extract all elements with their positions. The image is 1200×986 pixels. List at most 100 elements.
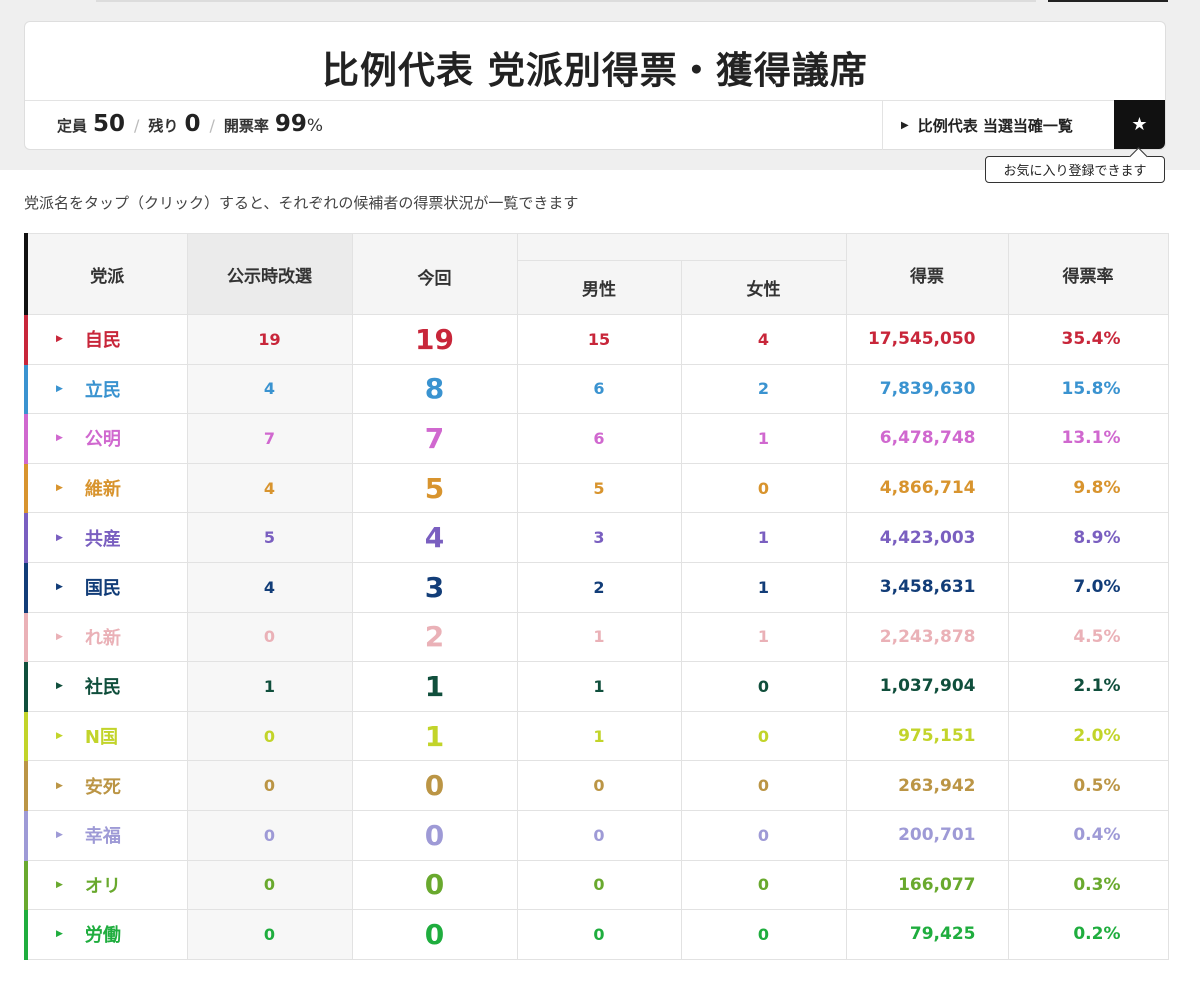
male-seats: 0 [516,809,682,861]
table-row: ▶ 公明 7 7 6 1 6,478,748 13.1% [24,413,1169,464]
male-seats: 1 [516,661,682,712]
female-seats: 2 [680,363,847,415]
current-seats: 3 [351,561,518,613]
current-seats: 0 [351,760,518,811]
previous-seats: 0 [186,809,353,861]
previous-seats: 0 [186,760,353,811]
party-name: 共産 [84,528,121,550]
female-seats: 0 [680,710,847,762]
top-divider [96,0,1036,2]
header-previous: 公示時改選 [186,233,353,315]
party-cell[interactable]: ▶ 共産 [24,512,188,563]
triangle-right-icon: ▶ [56,383,63,394]
female-seats: 0 [680,859,847,911]
vote-rate: 0.3% [1007,859,1169,911]
winners-list-link[interactable]: ▶ 比例代表 当選当確一覧 [882,101,1115,150]
party-cell[interactable]: ▶ 立民 [24,363,188,415]
favorite-tooltip: お気に入り登録できます [985,156,1165,183]
count-rate-unit: % [306,116,324,136]
count-rate-label: 開票率 [223,117,269,135]
party-name: 幸福 [84,826,121,848]
triangle-right-icon: ▶ [56,830,63,841]
header-gender-group [516,233,847,261]
vote-rate: 2.0% [1007,710,1169,762]
remaining-value: 0 [184,111,201,137]
header-rate: 得票率 [1007,233,1169,315]
party-name: N国 [84,727,118,749]
party-cell[interactable]: ▶ 維新 [24,462,188,514]
current-seats: 7 [351,413,518,464]
male-seats: 1 [516,611,682,663]
party-cell[interactable]: ▶ れ新 [24,611,188,663]
triangle-right-icon: ▶ [56,582,63,593]
table-row: ▶ 社民 1 1 1 0 1,037,904 2.1% [24,661,1169,712]
page-title: 比例代表 党派別得票・獲得議席 [322,49,868,92]
table-row: ▶ オリ 0 0 0 0 166,077 0.3% [24,859,1169,911]
vote-rate: 0.2% [1007,909,1169,960]
party-name: 国民 [84,578,121,600]
party-cell[interactable]: ▶ 公明 [24,413,188,464]
vote-rate: 2.1% [1007,661,1169,712]
party-cell[interactable]: ▶ N国 [24,710,188,762]
party-name: れ新 [84,627,121,649]
party-cell[interactable]: ▶ 自民 [24,314,188,365]
male-seats: 1 [516,710,682,762]
table-row: ▶ 労働 0 0 0 0 79,425 0.2% [24,909,1169,960]
instruction-text: 党派名をタップ（クリック）すると、それぞれの候補者の得票状況が一覧できます [24,194,579,212]
election-stats: 定員 50 / 残り 0 / 開票率 99 % [57,111,323,137]
vote-count: 17,545,050 [845,314,1009,365]
female-seats: 0 [680,462,847,514]
previous-seats: 7 [186,413,353,464]
count-rate-value: 99 [274,111,307,137]
stat-separator: / [134,116,140,135]
header-party: 党派 [24,233,188,315]
table-row: ▶ 維新 4 5 5 0 4,866,714 9.8% [24,462,1169,514]
table-row: ▶ れ新 0 2 1 1 2,243,878 4.5% [24,611,1169,663]
male-seats: 0 [516,760,682,811]
current-seats: 0 [351,909,518,960]
party-cell[interactable]: ▶ 国民 [24,561,188,613]
vote-count: 263,942 [845,760,1009,811]
favorite-button[interactable]: ★ [1114,100,1165,149]
previous-seats: 4 [186,462,353,514]
vote-rate: 4.5% [1007,611,1169,663]
vote-count: 79,425 [845,909,1009,960]
current-seats: 4 [351,512,518,563]
table-row: ▶ 立民 4 8 6 2 7,839,630 15.8% [24,363,1169,415]
female-seats: 0 [680,760,847,811]
party-cell[interactable]: ▶ 安死 [24,760,188,811]
party-name: 安死 [84,776,121,798]
male-seats: 0 [516,909,682,960]
previous-seats: 0 [186,909,353,960]
party-cell[interactable]: ▶ 労働 [24,909,188,960]
female-seats: 0 [680,661,847,712]
party-name: 立民 [84,379,121,401]
current-seats: 5 [351,462,518,514]
current-seats: 1 [351,710,518,762]
triangle-right-icon: ▶ [56,483,63,494]
female-seats: 4 [680,314,847,365]
remaining-label: 残り [148,117,179,135]
table-row: ▶ 国民 4 3 2 1 3,458,631 7.0% [24,561,1169,613]
male-seats: 5 [516,462,682,514]
previous-seats: 1 [186,661,353,712]
party-name: オリ [84,875,121,897]
party-cell[interactable]: ▶ オリ [24,859,188,911]
previous-seats: 0 [186,611,353,663]
party-cell[interactable]: ▶ 社民 [24,661,188,712]
party-cell[interactable]: ▶ 幸福 [24,809,188,861]
table-row: ▶ N国 0 1 1 0 975,151 2.0% [24,710,1169,762]
party-results-table: 党派 公示時改選 今回 得票 得票率 男性 女性 ▶ 自民 19 19 15 4 17,54… [24,233,1169,960]
female-seats: 0 [680,809,847,861]
vote-count: 200,701 [845,809,1009,861]
triangle-right-icon: ▶ [56,929,63,940]
top-divider-dark [1048,0,1168,2]
capacity-label: 定員 [57,117,88,135]
header-male: 男性 [516,260,682,315]
header-card: 比例代表 党派別得票・獲得議席 定員 50 / 残り 0 / 開票率 99 % … [24,21,1166,150]
winners-list-label: 比例代表 当選当確一覧 [917,117,1073,135]
vote-count: 166,077 [845,859,1009,911]
vote-count: 3,458,631 [845,561,1009,613]
header-current: 今回 [351,233,518,315]
male-seats: 6 [516,363,682,415]
